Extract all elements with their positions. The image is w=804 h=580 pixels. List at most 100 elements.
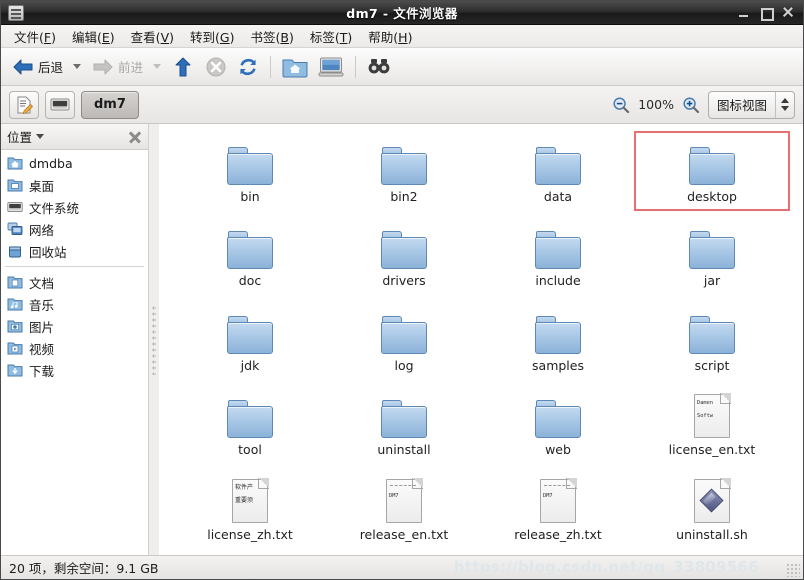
sidebar-item-trash[interactable]: 回收站 xyxy=(1,240,148,262)
menu-bookmarks-text: 书签( xyxy=(250,29,281,45)
pictures-folder-icon xyxy=(7,320,23,333)
file-item[interactable]: web xyxy=(481,385,635,463)
trash-icon xyxy=(9,246,21,258)
sidebar-header-label: 位置 xyxy=(7,130,33,145)
videos-folder-icon xyxy=(7,342,23,355)
edit-location-button[interactable] xyxy=(9,90,39,119)
edit-document-icon xyxy=(17,96,34,114)
reload-button[interactable] xyxy=(233,52,263,82)
file-item[interactable]: tool xyxy=(173,385,327,463)
file-item[interactable]: include xyxy=(481,216,635,294)
sidebar-item-music[interactable]: 音乐 xyxy=(1,293,148,315)
folder-icon xyxy=(689,315,735,354)
sidebar-splitter[interactable] xyxy=(149,124,159,555)
menu-help[interactable]: 帮助(H) xyxy=(360,25,420,48)
menu-edit-tail: ) xyxy=(109,29,115,45)
menu-edit-text: 编辑( xyxy=(71,29,102,45)
file-item[interactable]: doc xyxy=(173,216,327,294)
sidebar-item-label: 回收站 xyxy=(29,244,67,260)
sidebar-header[interactable]: 位置 xyxy=(1,124,148,150)
sidebar-item-videos[interactable]: 视频 xyxy=(1,337,148,359)
menu-bookmarks-tail: ) xyxy=(288,29,294,45)
file-item[interactable]: jar xyxy=(635,216,789,294)
file-item[interactable]: 软件产 重要须 license_zh.txt xyxy=(173,470,327,548)
file-item[interactable]: bin xyxy=(173,132,327,210)
sidebar-item-pictures[interactable]: 图片 xyxy=(1,315,148,337)
file-item[interactable]: uninstall.sh xyxy=(635,470,789,548)
sidebar-item-downloads[interactable]: 下载 xyxy=(1,359,148,381)
menu-help-text: 帮助( xyxy=(368,29,399,45)
folder-icon xyxy=(381,400,427,439)
file-item-label: doc xyxy=(238,273,262,289)
computer-icon xyxy=(318,56,344,78)
view-mode-select[interactable]: 图标视图 xyxy=(707,90,795,119)
close-icon[interactable] xyxy=(781,6,794,19)
sidebar-item-filesystem[interactable]: 文件系统 xyxy=(1,196,148,218)
window-resize-grip[interactable] xyxy=(786,563,800,577)
menu-bookmarks[interactable]: 书签(B) xyxy=(242,25,301,48)
downloads-folder-icon xyxy=(7,364,23,377)
file-item[interactable]: DM7 release_zh.txt xyxy=(481,470,635,548)
menu-view[interactable]: 查看(V) xyxy=(123,25,182,48)
sidebar-item-documents[interactable]: 文档 xyxy=(1,271,148,293)
search-icon xyxy=(367,56,391,78)
back-history-chevron-down-icon[interactable] xyxy=(73,64,82,69)
menu-tabs[interactable]: 标签(T) xyxy=(302,25,360,48)
filesystem-root-button[interactable] xyxy=(45,90,75,119)
zoom-out-icon[interactable] xyxy=(612,96,630,114)
sidebar-item-label: dmdba xyxy=(29,155,73,171)
file-item[interactable]: bin2 xyxy=(327,132,481,210)
maximize-icon[interactable] xyxy=(759,6,774,21)
shell-script-icon xyxy=(694,477,731,523)
file-item[interactable]: jdk xyxy=(173,301,327,379)
folder-icon xyxy=(689,147,735,185)
file-item-label: data xyxy=(543,189,573,204)
file-item[interactable]: drivers xyxy=(327,216,481,294)
file-item[interactable]: data xyxy=(481,132,635,210)
chevron-down-icon[interactable] xyxy=(36,134,45,139)
file-item[interactable]: DM7 release_en.txt xyxy=(327,470,481,548)
stop-button[interactable] xyxy=(201,52,231,82)
file-item-label: desktop xyxy=(687,189,737,204)
main-body: 位置 dmdba 桌面 文件系统 网络 回收站 文档 音乐 图片 视频 下载 b… xyxy=(1,124,803,555)
path-button-dm7[interactable]: dm7 xyxy=(81,90,139,119)
menu-go-text: 转到( xyxy=(190,29,220,45)
up-button[interactable] xyxy=(167,52,199,82)
menu-file[interactable]: 文件(F) xyxy=(6,25,64,48)
computer-button[interactable] xyxy=(314,52,348,82)
forward-button[interactable]: 前进 xyxy=(87,52,147,82)
text-file-icon: Damen Softw xyxy=(694,393,731,439)
file-item[interactable]: script xyxy=(635,301,789,379)
home-folder-icon xyxy=(7,157,23,170)
menu-edit[interactable]: 编辑(E) xyxy=(64,25,123,48)
minimize-icon[interactable] xyxy=(737,6,750,19)
menu-tabs-tail: ) xyxy=(347,29,353,45)
home-button[interactable] xyxy=(278,52,312,82)
file-item-label: uninstall.sh xyxy=(676,526,748,542)
title-bar[interactable]: dm7 - 文件浏览器 xyxy=(1,1,803,25)
sidebar-item-label: 音乐 xyxy=(29,297,55,313)
sidebar-item-desktop[interactable]: 桌面 xyxy=(1,174,148,196)
file-item[interactable]: samples xyxy=(481,301,635,379)
sidebar-item-network[interactable]: 网络 xyxy=(1,218,148,240)
file-view[interactable]: bin bin2 data desktop doc drivers include jar jd… xyxy=(159,124,803,555)
file-item[interactable]: Damen Softw license_en.txt xyxy=(635,385,789,463)
file-item[interactable]: desktop xyxy=(634,130,790,212)
file-item-label: release_zh.txt xyxy=(514,526,602,542)
file-item[interactable]: uninstall xyxy=(327,385,481,463)
forward-history-chevron-down-icon xyxy=(153,64,162,69)
sidebar-item-dmdba[interactable]: dmdba xyxy=(1,152,148,174)
file-item[interactable]: log xyxy=(327,301,481,379)
back-button[interactable]: 后退 xyxy=(7,52,67,82)
search-button[interactable] xyxy=(363,52,395,82)
file-item-label: tool xyxy=(238,442,262,458)
file-item-label: license_zh.txt xyxy=(207,526,293,542)
documents-folder-icon xyxy=(7,276,23,289)
folder-icon xyxy=(535,147,581,185)
menu-go[interactable]: 转到(G) xyxy=(182,25,242,48)
sidebar-close-icon[interactable] xyxy=(128,130,142,144)
spinner-arrows-icon[interactable] xyxy=(776,98,794,111)
file-item-label: bin2 xyxy=(390,189,418,204)
file-item-label: web xyxy=(545,442,571,458)
zoom-in-icon[interactable] xyxy=(682,96,700,114)
